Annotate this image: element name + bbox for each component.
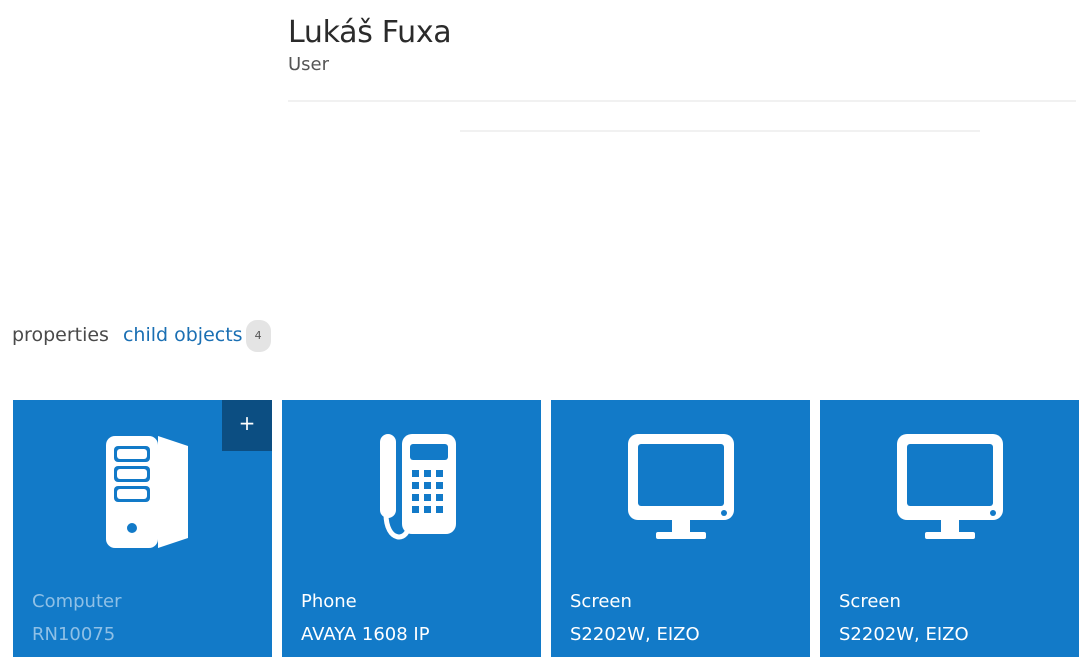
tile-type: Phone bbox=[301, 591, 357, 612]
user-role: User bbox=[288, 54, 330, 75]
child-count-badge: 4 bbox=[245, 320, 271, 352]
tile-type: Computer bbox=[32, 591, 122, 612]
tile-phone[interactable]: Phone AVAYA 1608 IP bbox=[282, 400, 541, 657]
desk-phone-icon bbox=[282, 422, 541, 552]
tile-model: RN10075 bbox=[32, 624, 116, 645]
divider bbox=[460, 130, 980, 132]
user-name: Lukáš Fuxa bbox=[288, 15, 452, 50]
add-child-button[interactable]: + bbox=[222, 400, 272, 451]
monitor-icon bbox=[551, 422, 810, 552]
tile-type: Screen bbox=[839, 591, 901, 612]
tile-model: S2202W, EIZO bbox=[839, 624, 969, 645]
tab-bar: properties child objects 4 bbox=[12, 320, 271, 352]
tile-type: Screen bbox=[570, 591, 632, 612]
tab-child-objects-label: child objects bbox=[122, 324, 243, 346]
tab-properties[interactable]: properties bbox=[12, 324, 109, 346]
user-header: Lukáš Fuxa User bbox=[288, 14, 452, 77]
divider bbox=[288, 100, 1076, 102]
tile-screen[interactable]: Screen S2202W, EIZO bbox=[820, 400, 1079, 657]
tile-model: AVAYA 1608 IP bbox=[301, 624, 430, 645]
tab-child-objects[interactable]: child objects 4 bbox=[122, 320, 271, 352]
tile-model: S2202W, EIZO bbox=[570, 624, 700, 645]
monitor-icon bbox=[820, 422, 1079, 552]
tile-computer[interactable]: + Computer RN10075 bbox=[13, 400, 272, 657]
tile-screen[interactable]: Screen S2202W, EIZO bbox=[551, 400, 810, 657]
